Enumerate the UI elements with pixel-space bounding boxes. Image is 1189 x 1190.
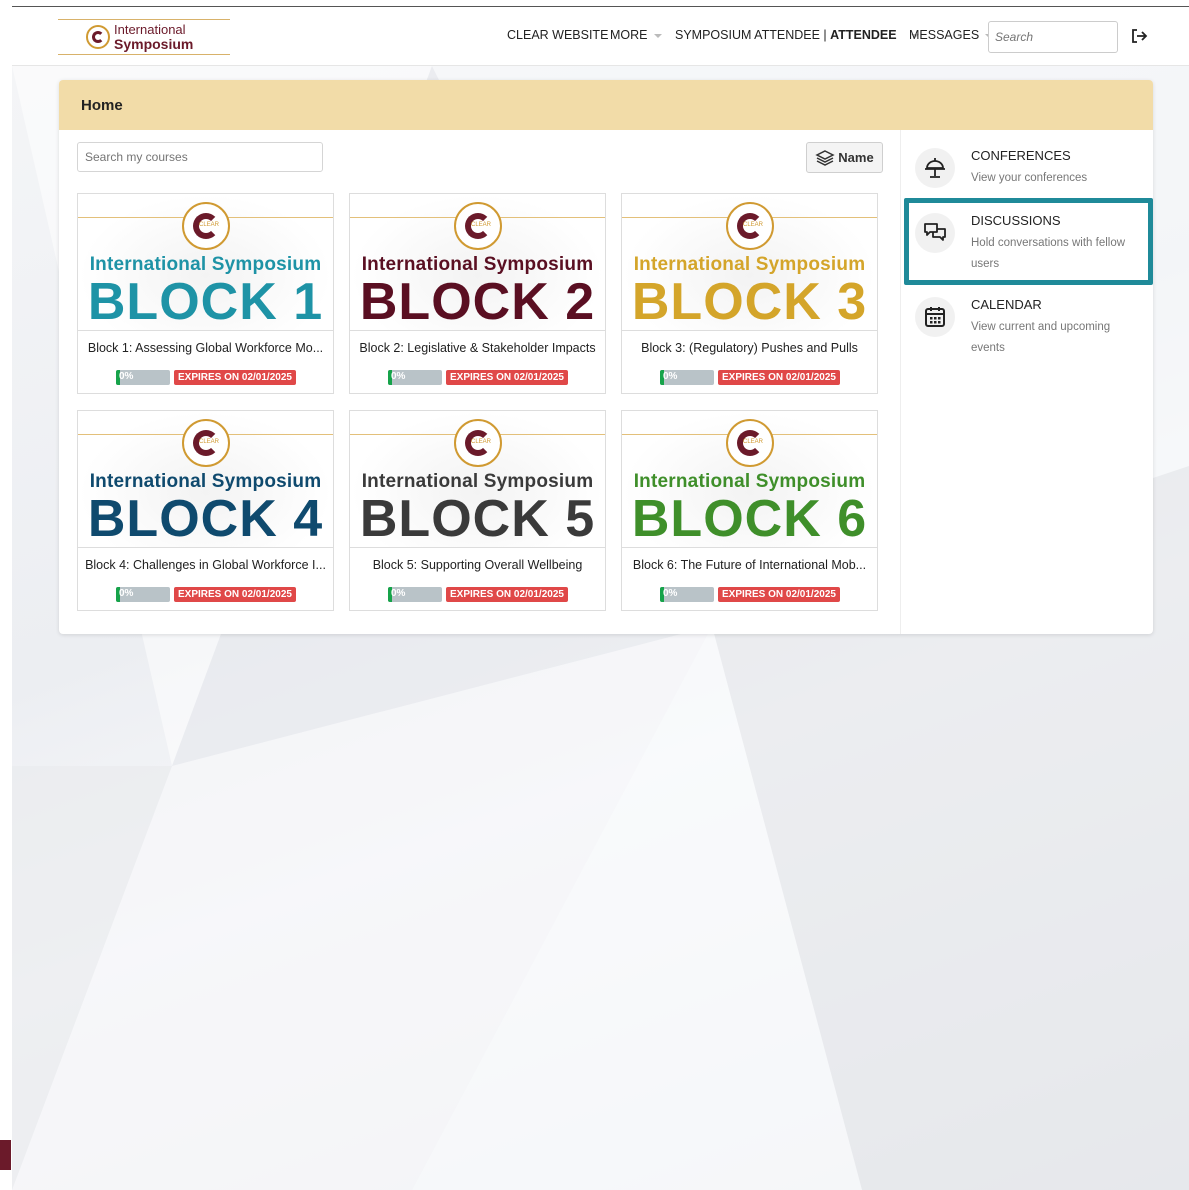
badge-label: CLEAR (743, 222, 764, 228)
progress-text: 0% (119, 588, 134, 599)
course-card[interactable]: CLEAR International Symposium BLOCK 2 Block… (349, 193, 606, 394)
course-progress-bar: 0% (116, 370, 170, 385)
course-image[interactable]: CLEAR International Symposium BLOCK 4 (78, 411, 333, 548)
nav-more-menu[interactable]: MORE (610, 28, 662, 42)
course-progress-bar: 0% (660, 370, 714, 385)
logout-icon[interactable] (1130, 27, 1148, 45)
course-progress-bar: 0% (388, 587, 442, 602)
course-name-link[interactable]: Block 2: Legislative & Stakeholder Impac… (354, 341, 601, 355)
badge-label: CLEAR (471, 222, 492, 228)
conference-icon (925, 158, 945, 178)
sort-label: Name (838, 150, 874, 165)
image-block-text: BLOCK 2 (359, 273, 596, 331)
clear-logo-icon: CLEAR (726, 419, 774, 467)
logo-line-2: Symposium (114, 36, 194, 52)
image-block-text: BLOCK 1 (87, 273, 324, 331)
nav-separator: | (823, 28, 827, 42)
image-block-text: BLOCK 4 (87, 490, 324, 548)
course-image[interactable]: CLEAR International Symposium BLOCK 5 (350, 411, 605, 548)
calendar-icon-wrap (915, 297, 955, 337)
sidebar-desc: View your conferences (971, 172, 1088, 184)
corner-accent (0, 1140, 11, 1170)
course-progress-bar: 0% (388, 370, 442, 385)
sidebar-desc: View current and upcoming events (971, 321, 1111, 354)
nav-user-role: ATTENDEE (830, 28, 897, 42)
progress-text: 0% (391, 371, 406, 382)
progress-text: 0% (663, 588, 678, 599)
image-block-text: BLOCK 3 (631, 273, 868, 331)
discussions-highlight-box (904, 198, 1153, 285)
course-name-link[interactable]: Block 5: Supporting Overall Wellbeing (354, 558, 601, 572)
clear-logo-icon: CLEAR (182, 202, 230, 250)
course-card[interactable]: CLEAR International Symposium BLOCK 1 Block… (77, 193, 334, 394)
layers-icon (815, 149, 835, 166)
conference-icon-wrap (915, 148, 955, 188)
expiry-badge: EXPIRES ON 02/01/2025 (174, 587, 296, 602)
badge-label: CLEAR (743, 439, 764, 445)
page-title: Home (81, 97, 123, 114)
progress-text: 0% (119, 371, 134, 382)
course-name-link[interactable]: Block 6: The Future of International Mob… (626, 558, 873, 572)
top-navbar: International Symposium CLEAR WEBSITE MO… (12, 7, 1189, 66)
course-card[interactable]: CLEAR International Symposium BLOCK 6 Block… (621, 410, 878, 611)
sidebar-title: CALENDAR (971, 297, 1042, 312)
logo-line-1: International (114, 22, 186, 37)
expiry-badge: EXPIRES ON 02/01/2025 (718, 370, 840, 385)
course-image[interactable]: CLEAR International Symposium BLOCK 6 (622, 411, 877, 548)
course-card[interactable]: CLEAR International Symposium BLOCK 3 Block… (621, 193, 878, 394)
progress-text: 0% (663, 371, 678, 382)
course-image[interactable]: CLEAR International Symposium BLOCK 1 (78, 194, 333, 331)
image-block-text: BLOCK 5 (359, 490, 596, 548)
card-header: Home (59, 80, 1153, 130)
nav-clear-website[interactable]: CLEAR WEBSITE (507, 28, 608, 42)
home-card: Home Name CLEARInternational SymposiumBL… (59, 80, 1153, 634)
site-logo[interactable]: International Symposium (58, 19, 230, 55)
course-name-link[interactable]: Block 1: Assessing Global Workforce Mo..… (82, 341, 329, 355)
course-search-input[interactable] (77, 142, 323, 172)
clear-logo-icon: CLEAR (182, 419, 230, 467)
course-card[interactable]: CLEAR International Symposium BLOCK 4 Block… (77, 410, 334, 611)
expiry-badge: EXPIRES ON 02/01/2025 (718, 587, 840, 602)
clear-logo-icon: CLEAR (454, 202, 502, 250)
course-progress-bar: 0% (116, 587, 170, 602)
badge-label: CLEAR (199, 439, 220, 445)
sort-by-name-button[interactable]: Name (806, 142, 883, 173)
course-name-link[interactable]: Block 4: Challenges in Global Workforce … (82, 558, 329, 572)
sidebar-title: CONFERENCES (971, 148, 1071, 163)
course-name-link[interactable]: Block 3: (Regulatory) Pushes and Pulls (626, 341, 873, 355)
course-card[interactable]: CLEAR International Symposium BLOCK 5 Block… (349, 410, 606, 611)
course-image[interactable]: CLEAR International Symposium BLOCK 2 (350, 194, 605, 331)
nav-messages-menu[interactable]: MESSAGES (909, 28, 994, 42)
clear-logo-icon: CLEAR (454, 419, 502, 467)
site-search-input[interactable] (988, 21, 1118, 53)
nav-more-label: MORE (610, 28, 648, 42)
chevron-down-icon (653, 33, 662, 38)
nav-messages-label: MESSAGES (909, 28, 980, 42)
expiry-badge: EXPIRES ON 02/01/2025 (446, 587, 568, 602)
calendar-icon (925, 307, 945, 327)
badge-label: CLEAR (471, 439, 492, 445)
nav-user-menu[interactable]: SYMPOSIUM ATTENDEE | ATTENDEE (675, 28, 919, 42)
course-image[interactable]: CLEAR International Symposium BLOCK 3 (622, 194, 877, 331)
clear-logo-icon: CLEAR (726, 202, 774, 250)
panel-divider (900, 130, 901, 634)
course-progress-bar: 0% (660, 587, 714, 602)
expiry-badge: EXPIRES ON 02/01/2025 (446, 370, 568, 385)
nav-user-name: SYMPOSIUM ATTENDEE (675, 28, 820, 42)
image-block-text: BLOCK 6 (631, 490, 868, 548)
logo-mark-icon (86, 25, 110, 49)
progress-text: 0% (391, 588, 406, 599)
expiry-badge: EXPIRES ON 02/01/2025 (174, 370, 296, 385)
badge-label: CLEAR (199, 222, 220, 228)
